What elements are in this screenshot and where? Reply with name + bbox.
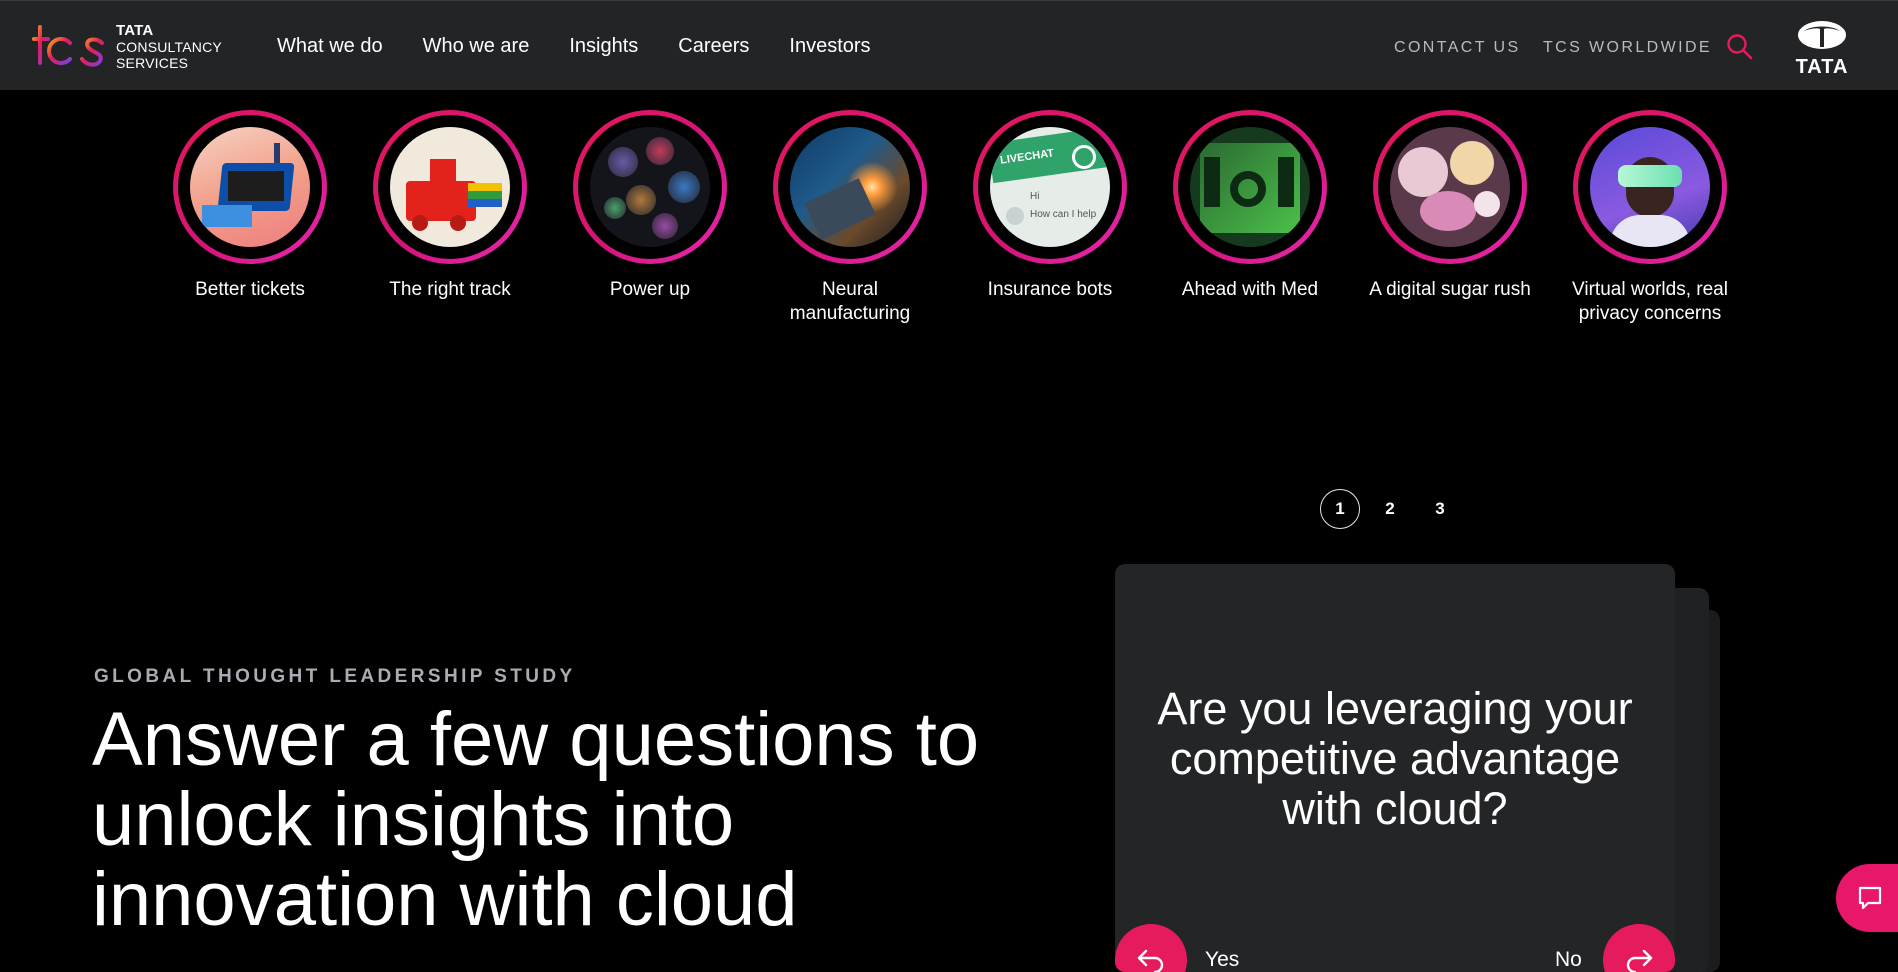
story-better-tickets[interactable]: Better tickets xyxy=(160,110,340,302)
logo-line-1: TATA xyxy=(116,22,154,39)
story-thumbnail xyxy=(1590,127,1710,247)
story-ring xyxy=(573,110,727,264)
story-power-up[interactable]: Power up xyxy=(560,110,740,302)
story-thumbnail xyxy=(1390,127,1510,247)
chat-hi-text: Hi xyxy=(1030,191,1040,202)
tcs-worldwide-link[interactable]: TCS WORLDWIDE xyxy=(1543,39,1712,57)
hero-headline: Answer a few questions to unlock insight… xyxy=(92,697,980,942)
chat-bubble-icon xyxy=(1858,886,1882,910)
story-ring xyxy=(173,110,327,264)
logo-line-2: CONSULTANCY xyxy=(116,39,222,55)
story-ring: LIVECHAT Hi How can I help xyxy=(973,110,1127,264)
tata-brand-logo[interactable]: TATA xyxy=(1790,19,1854,78)
story-the-right-track[interactable]: The right track xyxy=(360,110,540,302)
story-ring xyxy=(1173,110,1327,264)
hero-eyebrow: GLOBAL THOUGHT LEADERSHIP STUDY xyxy=(94,666,576,687)
story-label: A digital sugar rush xyxy=(1369,279,1531,300)
story-neural-manufacturing[interactable]: Neural manufacturing xyxy=(760,110,940,326)
main-nav: What we do Who we are Insights Careers I… xyxy=(277,35,871,58)
story-label: Neural manufacturing xyxy=(789,279,911,324)
story-ring xyxy=(1573,110,1727,264)
story-carousel: Better tickets The right track Power up xyxy=(0,110,1898,370)
nav-who-we-are[interactable]: Who we are xyxy=(423,35,530,58)
story-label: Ahead with Med xyxy=(1181,279,1319,300)
tcs-logo-wordmark: TATA CONSULTANCY SERVICES xyxy=(116,22,222,72)
quiz-card: Are you leveraging your competitive adva… xyxy=(1115,564,1675,972)
logo-line-3: SERVICES xyxy=(116,55,189,71)
story-ring xyxy=(1373,110,1527,264)
tata-emblem-icon xyxy=(1798,21,1846,49)
quiz-question: Are you leveraging your competitive adva… xyxy=(1157,683,1633,834)
story-ring xyxy=(773,110,927,264)
tcs-logo[interactable]: TATA CONSULTANCY SERVICES xyxy=(32,23,222,73)
nav-investors[interactable]: Investors xyxy=(789,35,870,58)
story-label: Power up xyxy=(609,279,691,300)
story-label: Insurance bots xyxy=(987,279,1113,300)
redo-arrow-icon xyxy=(1626,949,1653,972)
yes-button[interactable] xyxy=(1115,924,1187,972)
story-label: Better tickets xyxy=(195,279,305,300)
contact-us-link[interactable]: CONTACT US xyxy=(1394,39,1521,57)
story-ring xyxy=(373,110,527,264)
undo-arrow-icon xyxy=(1137,949,1164,972)
no-button[interactable] xyxy=(1603,924,1675,972)
nav-insights[interactable]: Insights xyxy=(569,35,638,58)
story-thumbnail xyxy=(1190,127,1310,247)
story-thumbnail xyxy=(190,127,310,247)
nav-what-we-do[interactable]: What we do xyxy=(277,35,383,58)
quiz-pager: 1 2 3 xyxy=(1320,489,1460,529)
story-ahead-with-med[interactable]: Ahead with Med xyxy=(1160,110,1340,302)
page-2-button[interactable]: 2 xyxy=(1370,489,1410,529)
story-thumbnail xyxy=(790,127,910,247)
story-thumbnail: LIVECHAT Hi How can I help xyxy=(990,127,1110,247)
site-header: TATA CONSULTANCY SERVICES What we do Who… xyxy=(0,0,1898,90)
story-label: Virtual worlds, real privacy concerns xyxy=(1572,279,1728,324)
tcs-logo-mark xyxy=(32,25,104,67)
page-1-button[interactable]: 1 xyxy=(1320,489,1360,529)
nav-careers[interactable]: Careers xyxy=(678,35,749,58)
chat-line-text: How can I help xyxy=(1030,209,1097,220)
search-icon[interactable] xyxy=(1726,33,1754,61)
no-label[interactable]: No xyxy=(1555,948,1582,972)
yes-label[interactable]: Yes xyxy=(1205,948,1239,972)
page-3-button[interactable]: 3 xyxy=(1420,489,1460,529)
story-insurance-bots[interactable]: LIVECHAT Hi How can I help Insurance bot… xyxy=(960,110,1140,302)
story-a-digital-sugar-rush[interactable]: A digital sugar rush xyxy=(1360,110,1540,302)
story-thumbnail xyxy=(390,127,510,247)
story-thumbnail xyxy=(590,127,710,247)
tata-wordmark: TATA xyxy=(1795,56,1849,78)
story-label: The right track xyxy=(389,279,511,300)
story-virtual-worlds[interactable]: Virtual worlds, real privacy concerns xyxy=(1560,110,1740,326)
chat-button[interactable] xyxy=(1836,864,1898,932)
